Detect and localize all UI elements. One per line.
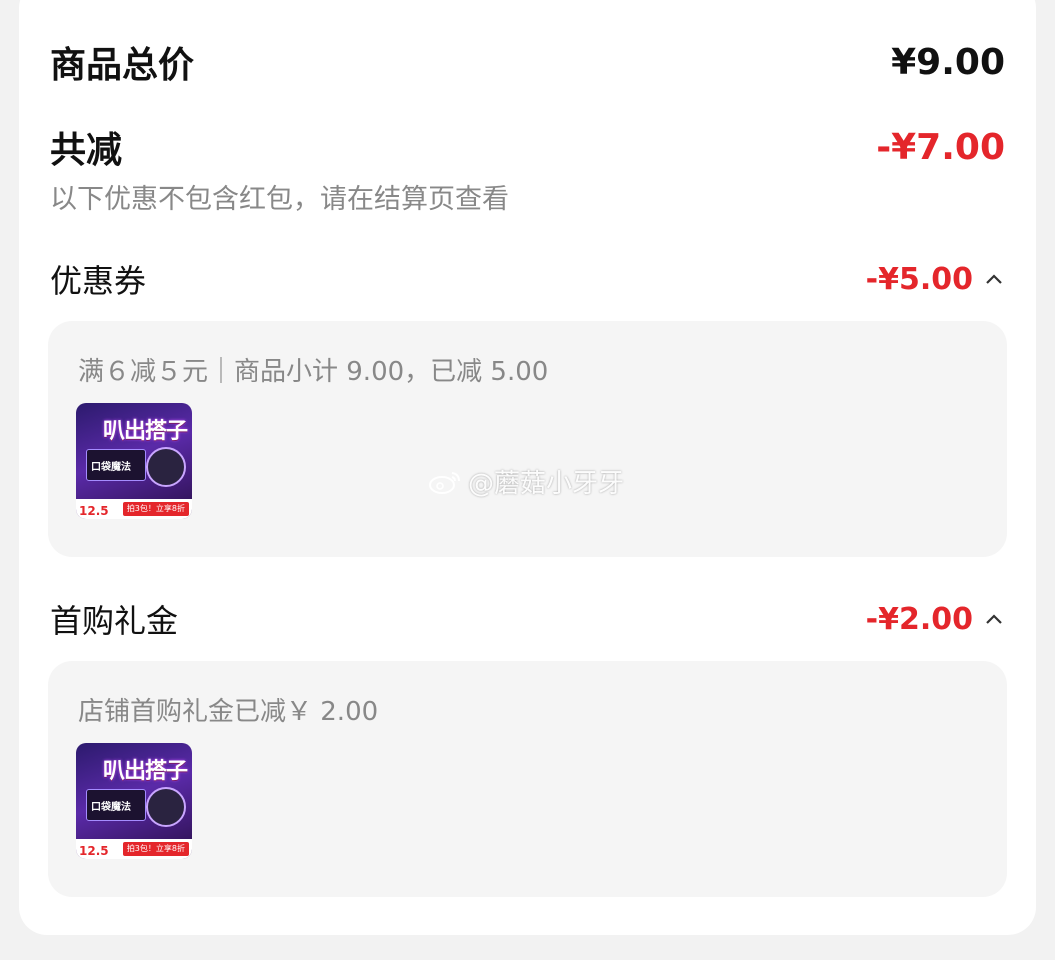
first-purchase-detail-text: 店铺首购礼金已减￥ 2.00 xyxy=(78,697,379,727)
chevron-up-icon[interactable] xyxy=(983,268,1005,290)
weibo-icon xyxy=(429,471,460,494)
product-pack: 口袋魔法 xyxy=(86,789,146,821)
mascot-cat-image xyxy=(146,447,186,487)
product-thumb-title: 叭出搭子 xyxy=(102,759,188,784)
total-discount-value: -¥7.00 xyxy=(876,126,1005,168)
product-thumb-title: 叭出搭子 xyxy=(102,419,188,444)
product-pack: 口袋魔法 xyxy=(86,449,146,481)
product-thumb-tag: 拍3包！立享8折 xyxy=(122,502,189,516)
chevron-up-icon[interactable] xyxy=(983,608,1005,630)
product-thumb-price: 12.5 xyxy=(79,844,109,858)
first-purchase-label: 首购礼金 xyxy=(50,602,179,640)
total-discount-label: 共减 xyxy=(50,130,123,171)
first-purchase-section-header[interactable]: 首购礼金 -¥2.00 xyxy=(50,596,1005,642)
product-thumbnail[interactable]: 叭出搭子 口袋魔法 12.5 拍3包！立享8折 xyxy=(76,743,192,859)
product-thumbnail[interactable]: 叭出搭子 口袋魔法 12.5 拍3包！立享8折 xyxy=(76,403,192,519)
first-purchase-detail-panel: 店铺首购礼金已减￥ 2.00 叭出搭子 口袋魔法 12.5 拍3包！立享8折 xyxy=(48,661,1007,897)
first-purchase-value: -¥2.00 xyxy=(865,601,973,637)
total-price-value: ¥9.00 xyxy=(891,41,1005,83)
discount-note: 以下优惠不包含红包，请在结算页查看 xyxy=(50,184,509,215)
product-thumb-price: 12.5 xyxy=(79,504,109,518)
coupon-value: -¥5.00 xyxy=(865,261,973,297)
product-thumb-tag: 拍3包！立享8折 xyxy=(122,842,189,856)
coupon-label: 优惠券 xyxy=(50,262,147,300)
watermark: @蘑菇小牙牙 xyxy=(428,463,624,500)
coupon-detail-panel: 满６减５元｜商品小计 9.00，已减 5.00 叭出搭子 口袋魔法 12.5 拍… xyxy=(48,321,1007,557)
total-discount-row: 共减 -¥7.00 xyxy=(50,121,1005,173)
watermark-text: @蘑菇小牙牙 xyxy=(468,469,625,499)
product-thumb-footer: 12.5 拍3包！立享8折 xyxy=(76,839,192,859)
total-price-label: 商品总价 xyxy=(50,45,195,86)
mascot-cat-image xyxy=(146,787,186,827)
coupon-detail-text: 满６减５元｜商品小计 9.00，已减 5.00 xyxy=(78,357,549,387)
coupon-section-header[interactable]: 优惠券 -¥5.00 xyxy=(50,256,1005,302)
product-pack-text: 口袋魔法 xyxy=(91,802,131,813)
total-price-row: 商品总价 ¥9.00 xyxy=(50,36,1005,88)
product-thumb-footer: 12.5 拍3包！立享8折 xyxy=(76,499,192,519)
product-pack-text: 口袋魔法 xyxy=(91,462,131,473)
